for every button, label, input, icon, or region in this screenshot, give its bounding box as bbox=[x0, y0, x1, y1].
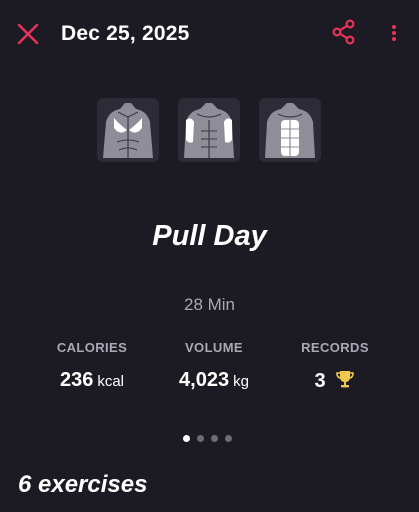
stat-records-label: RECORDS bbox=[301, 340, 369, 355]
stat-records: RECORDS 3 bbox=[275, 340, 395, 392]
more-vertical-icon bbox=[392, 25, 396, 41]
stat-volume-value: 4,023 bbox=[179, 369, 230, 391]
core-muscle-icon bbox=[265, 103, 315, 158]
stat-calories-value: 236 bbox=[59, 369, 94, 391]
share-icon bbox=[332, 19, 355, 45]
stat-volume: VOLUME 4,023 kg bbox=[154, 340, 274, 392]
trophy-icon bbox=[334, 368, 356, 398]
workout-duration: 28 Min bbox=[183, 295, 236, 314]
page-title: Dec 25, 2025 bbox=[61, 22, 190, 45]
top-bar: Dec 25, 2025 bbox=[0, 0, 419, 68]
muscle-group-back bbox=[97, 98, 159, 162]
muscle-group-core bbox=[259, 98, 321, 162]
back-muscle-icon bbox=[103, 103, 153, 158]
arms-muscle-icon bbox=[184, 103, 234, 158]
close-button[interactable] bbox=[14, 20, 42, 48]
share-button[interactable] bbox=[330, 18, 358, 46]
page-dot-3[interactable] bbox=[211, 435, 218, 442]
close-icon bbox=[17, 23, 39, 45]
page-dot-2[interactable] bbox=[197, 435, 204, 442]
exercises-heading: 6 exercises bbox=[18, 471, 148, 498]
stat-records-value: 3 bbox=[314, 370, 326, 392]
more-options-button[interactable] bbox=[382, 19, 406, 47]
workout-name: Pull Day bbox=[152, 220, 267, 252]
page-dot-4[interactable] bbox=[225, 435, 232, 442]
stat-volume-unit: kg bbox=[233, 373, 249, 390]
stat-calories-label: CALORIES bbox=[56, 340, 128, 355]
stat-volume-label: VOLUME bbox=[184, 340, 243, 355]
stat-calories: CALORIES 236 kcal bbox=[32, 340, 152, 392]
page-indicator bbox=[183, 429, 239, 442]
page-dot-1[interactable] bbox=[183, 435, 190, 442]
stat-calories-unit: kcal bbox=[97, 373, 125, 390]
muscle-group-arms bbox=[178, 98, 240, 162]
